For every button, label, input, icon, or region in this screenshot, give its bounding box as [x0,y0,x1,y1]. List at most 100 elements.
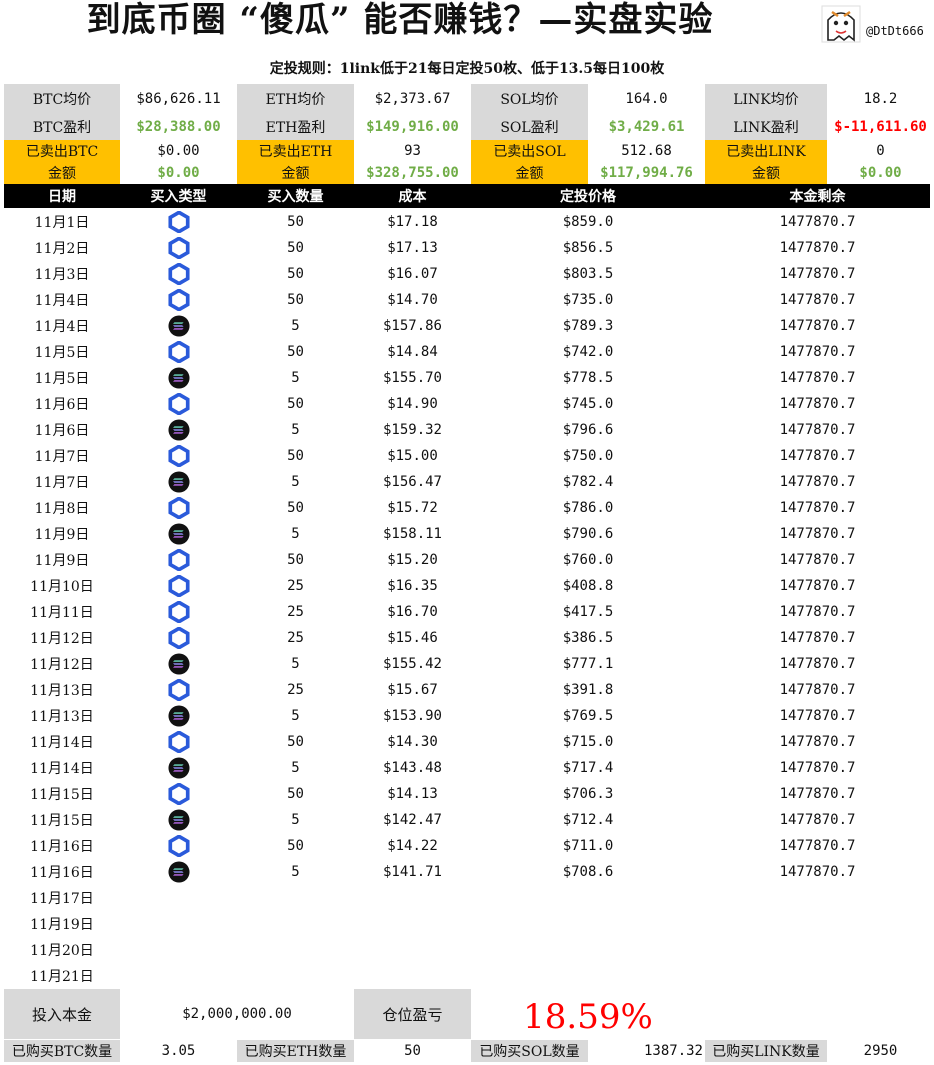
row-cost: $15.46 [387,630,438,646]
row-price: $706.3 [562,786,614,802]
table-row: 11月13日 25 $15.67 $391.8 1477870.7 [0,677,934,703]
row-date: 11月6日 [34,397,90,413]
row-type [120,287,237,313]
row-date: 11月1日 [34,215,90,231]
btc-amount-value: $0.00 [157,165,200,181]
row-remain: 1477870.7 [779,318,856,334]
row-cost: $14.84 [387,344,438,360]
row-price [471,963,705,989]
table-row: 11月3日 50 $16.07 $803.5 1477870.7 [0,261,934,287]
row-type [120,547,237,573]
row-date: 11月14日 [30,735,94,751]
row-type [120,261,237,287]
row-cost: $15.67 [387,682,438,698]
row-type [120,963,237,989]
eth-avg-value: $2,373.67 [374,91,451,107]
row-price: $386.5 [562,630,614,646]
row-remain: 1477870.7 [779,578,856,594]
row-remain: 1477870.7 [779,786,856,802]
solana-icon [167,809,190,831]
sol-amount-value: $117,994.76 [600,165,693,181]
row-type [120,313,237,339]
row-date: 11月8日 [34,501,90,517]
table-row: 11月15日 5 $142.47 $712.4 1477870.7 [0,807,934,833]
table-row: 11月9日 5 $158.11 $790.6 1477870.7 [0,521,934,547]
row-cost: $156.47 [382,474,442,490]
row-remain: 1477870.7 [779,370,856,386]
chainlink-icon [167,835,190,857]
row-price: $717.4 [562,760,614,776]
sol-sold-label: 已卖出SOL [471,140,588,162]
row-cost [354,963,471,989]
row-type [120,573,237,599]
row-qty [237,963,354,989]
row-qty: 50 [287,266,304,282]
row-type [120,521,237,547]
row-date: 11月6日 [34,423,90,439]
table-row: 11月9日 50 $15.20 $760.0 1477870.7 [0,547,934,573]
row-cost [354,885,471,911]
row-date: 11月16日 [30,839,94,855]
row-qty: 50 [287,552,304,568]
eth-amount-label: 金额 [237,162,354,184]
row-type [120,859,237,885]
table-row: 11月4日 50 $14.70 $735.0 1477870.7 [0,287,934,313]
chainlink-icon [167,601,190,623]
row-date: 11月3日 [34,267,90,283]
table-row: 11月15日 50 $14.13 $706.3 1477870.7 [0,781,934,807]
row-type [120,885,237,911]
row-date: 11月13日 [30,709,94,725]
chainlink-icon [167,575,190,597]
sol-avg-label: SOL均价 [471,84,588,114]
solana-icon [167,705,190,727]
row-cost: $17.18 [387,214,438,230]
row-price: $708.6 [562,864,614,880]
row-cost: $15.20 [387,552,438,568]
row-date: 11月21日 [30,969,94,985]
row-type [120,755,237,781]
row-date: 11月5日 [34,345,90,361]
chainlink-icon [167,211,190,233]
row-type [120,391,237,417]
row-price: $786.0 [562,500,614,516]
row-qty: 50 [287,240,304,256]
row-price: $782.4 [562,474,614,490]
table-row: 11月13日 5 $153.90 $769.5 1477870.7 [0,703,934,729]
principal-label: 投入本金 [4,989,120,1039]
author-handle: @DtDt666 [866,24,924,38]
row-date: 11月4日 [34,293,90,309]
row-type [120,833,237,859]
col-remain: 本金剩余 [789,189,846,205]
solana-icon [167,471,190,493]
position-pnl-pct: 18.59% [523,997,653,1037]
row-remain: 1477870.7 [779,864,856,880]
eth-pnl-value: $149,916.00 [366,119,459,135]
row-remain: 1477870.7 [779,526,856,542]
table-row: 11月6日 50 $14.90 $745.0 1477870.7 [0,391,934,417]
row-type [120,495,237,521]
chainlink-icon [167,263,190,285]
btc-sold-value: $0.00 [157,143,200,159]
row-remain: 1477870.7 [779,474,856,490]
table-row: 11月5日 50 $14.84 $742.0 1477870.7 [0,339,934,365]
row-remain: 1477870.7 [779,500,856,516]
chainlink-icon [167,237,190,259]
row-qty [237,911,354,937]
btc-pnl-label: BTC盈利 [4,114,120,140]
row-price: $803.5 [562,266,614,282]
row-qty: 5 [291,708,300,724]
eth-pnl-label: ETH盈利 [237,114,354,140]
row-qty: 50 [287,838,304,854]
row-qty: 5 [291,526,300,542]
row-cost: $14.30 [387,734,438,750]
chainlink-icon [167,627,190,649]
row-type [120,235,237,261]
row-cost: $141.71 [382,864,442,880]
eth-sold-value: 93 [404,143,421,159]
eth-avg-label: ETH均价 [237,84,354,114]
row-date: 11月2日 [34,241,90,257]
chainlink-icon [167,497,190,519]
sol-pnl-value: $3,429.61 [608,119,685,135]
table-row: 11月21日 [0,963,934,989]
row-date: 11月17日 [30,891,94,907]
